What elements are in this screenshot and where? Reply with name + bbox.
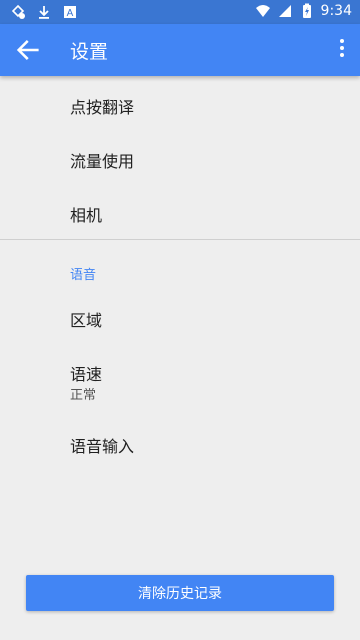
status-bar-notifications: A [10,4,78,20]
battery-icon [302,3,311,18]
page-title: 设置 [70,41,109,63]
status-time: 9:34 [320,3,352,19]
notification-icon [11,4,25,19]
setting-region[interactable]: 区域 [70,307,102,331]
app-bar: 设置 [0,24,360,76]
clear-history-button[interactable]: 清除历史记录 [26,575,334,611]
arrow-left-icon[interactable] [14,36,42,64]
setting-speech-rate[interactable]: 语速 [70,361,102,385]
section-header-voice: 语音 [70,268,97,283]
download-icon [39,6,49,19]
setting-voice-input[interactable]: 语音输入 [70,433,134,457]
setting-tap-to-translate[interactable]: 点按翻译 [70,94,134,118]
section-divider [0,239,360,240]
app-a-icon: A [64,6,76,19]
wifi-icon [255,5,270,17]
setting-speech-rate-value: 正常 [70,388,97,403]
status-bar-system: 9:34 [255,3,352,19]
setting-camera[interactable]: 相机 [70,202,102,226]
setting-data-usage[interactable]: 流量使用 [70,148,134,172]
signal-icon [278,5,291,17]
svg-text:A: A [67,8,74,19]
status-bar: A 9:34 [0,0,360,24]
more-vert-icon[interactable] [338,36,346,64]
